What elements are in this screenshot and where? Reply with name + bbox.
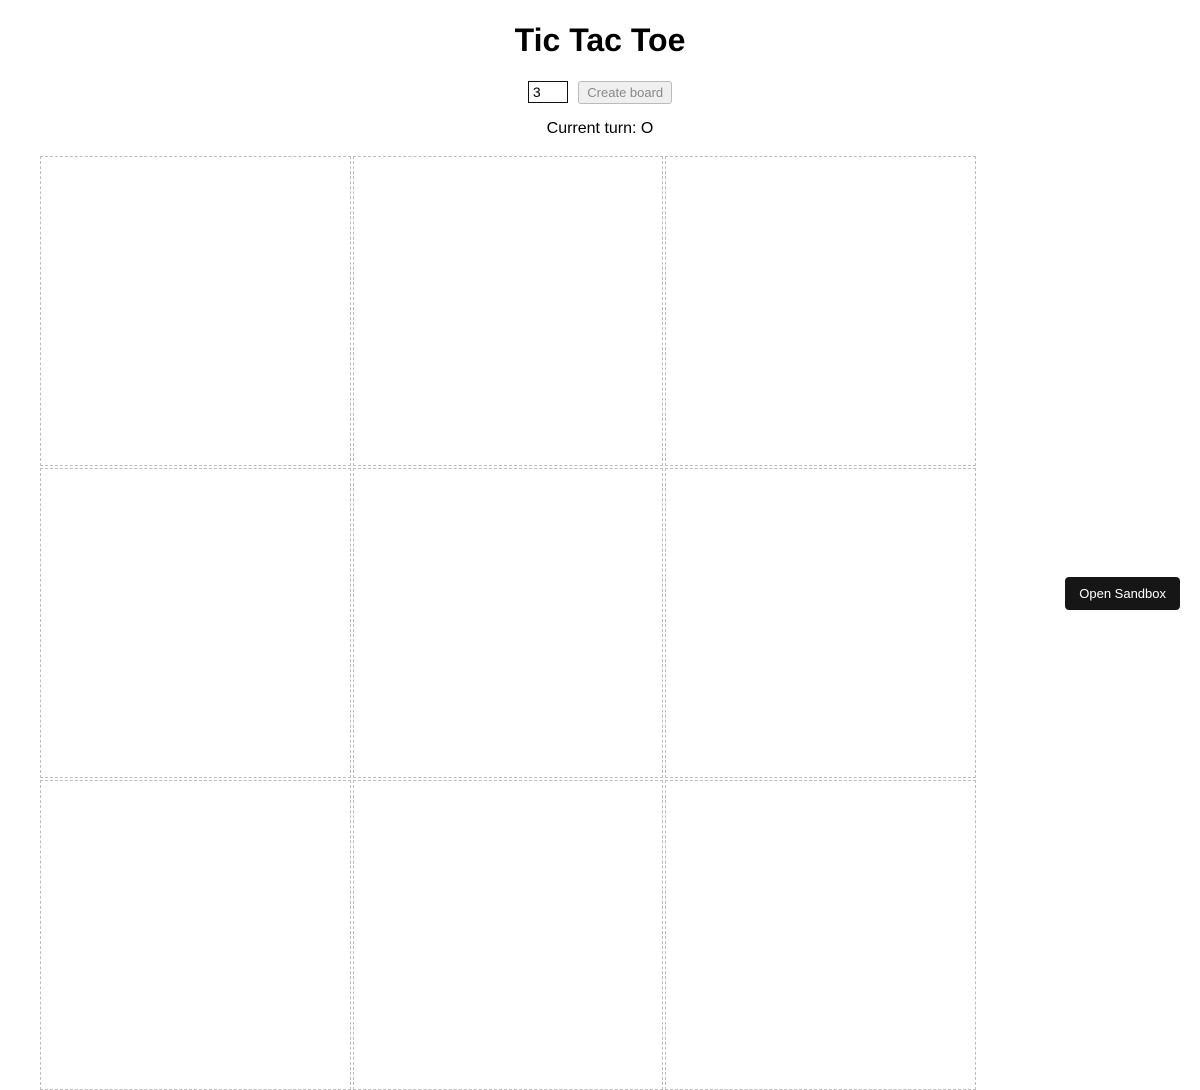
open-sandbox-button[interactable]: Open Sandbox (1065, 577, 1180, 610)
board-cell[interactable] (665, 780, 976, 1090)
game-board (40, 156, 976, 1090)
board-cell[interactable] (665, 468, 976, 778)
board-cell[interactable] (665, 156, 976, 466)
board-cell[interactable] (353, 780, 664, 1090)
board-cell[interactable] (40, 468, 351, 778)
board-cell[interactable] (353, 468, 664, 778)
page-title: Tic Tac Toe (0, 22, 1200, 59)
board-size-input[interactable] (528, 81, 568, 103)
turn-prefix: Current turn: (547, 120, 641, 137)
turn-player: O (641, 120, 653, 137)
board-cell[interactable] (40, 780, 351, 1090)
board-cell[interactable] (353, 156, 664, 466)
controls-row: Create board (0, 81, 1200, 104)
create-board-button[interactable]: Create board (578, 81, 672, 104)
turn-status: Current turn: O (0, 120, 1200, 138)
board-cell[interactable] (40, 156, 351, 466)
